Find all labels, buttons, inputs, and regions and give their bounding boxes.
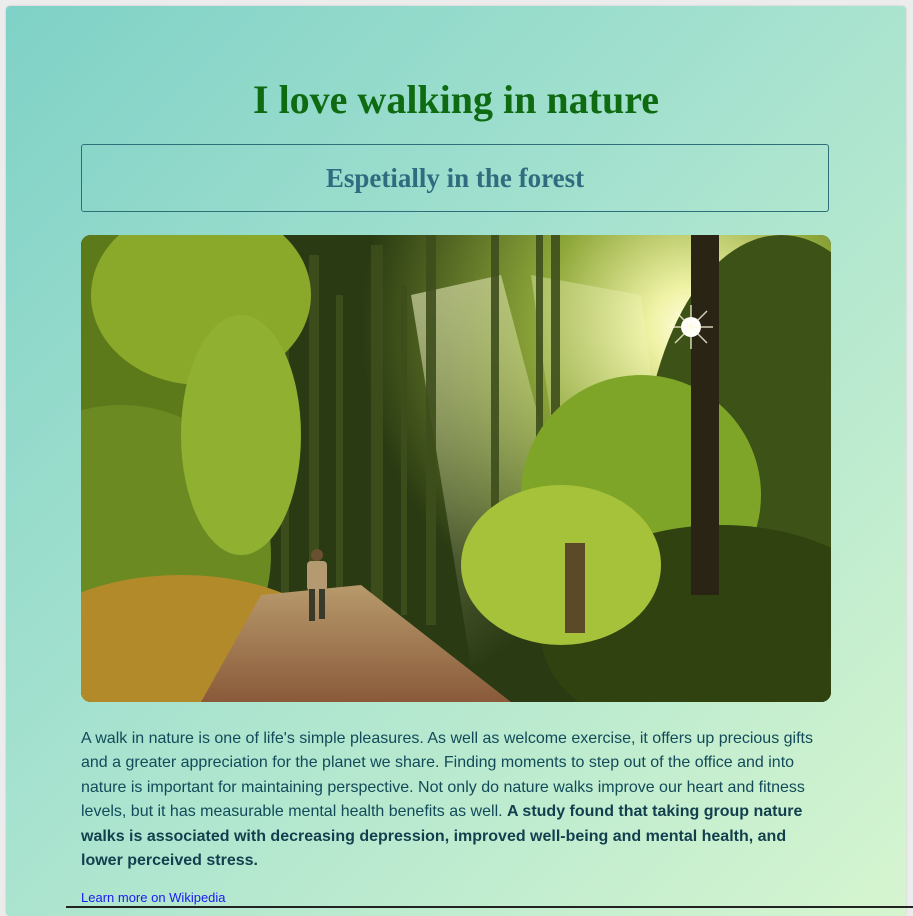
- content-card: I love walking in nature Espetially in t…: [6, 6, 906, 916]
- forest-path-photo: [81, 235, 831, 702]
- intro-paragraph: A walk in nature is one of life's simple…: [81, 727, 831, 873]
- page-title: I love walking in nature: [253, 77, 659, 122]
- subtitle-box: Espetially in the forest: [81, 144, 829, 212]
- subtitle: Espetially in the forest: [325, 162, 585, 193]
- wikipedia-link[interactable]: Learn more on Wikipedia: [81, 890, 226, 905]
- forest-illustration: [81, 235, 831, 702]
